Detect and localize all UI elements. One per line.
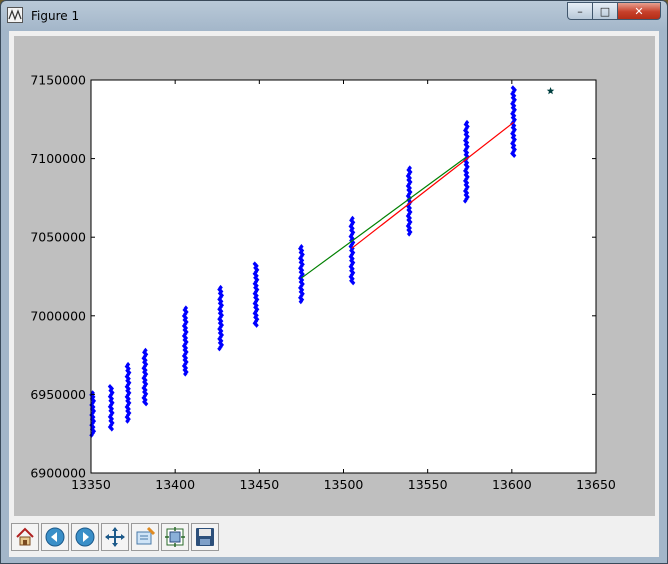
- navigation-toolbar: [9, 521, 659, 555]
- pan-arrows-icon: [105, 527, 125, 547]
- pan-button[interactable]: [101, 523, 129, 551]
- minimize-button[interactable]: –: [567, 2, 593, 20]
- save-button[interactable]: [191, 523, 219, 551]
- window-controls: – □ ✕: [567, 2, 661, 22]
- y-tick-label: 7050000: [30, 230, 86, 245]
- y-tick-label: 7000000: [30, 308, 86, 323]
- window-client-area: 13350 13400 13450 13500 13550 13600 13650 69000…: [9, 31, 659, 557]
- maximize-icon: □: [599, 4, 611, 18]
- forward-button[interactable]: [71, 523, 99, 551]
- x-tick-label: 13550: [408, 477, 448, 492]
- plot-area: [91, 80, 596, 473]
- y-tick-label: 6950000: [30, 387, 86, 402]
- x-tick-label: 13400: [155, 477, 195, 492]
- x-tick-label: 13450: [239, 477, 279, 492]
- zoom-rect-icon: [136, 526, 156, 545]
- save-disk-icon: [196, 528, 214, 546]
- figure-canvas[interactable]: 13350 13400 13450 13500 13550 13600 13650 69000…: [14, 36, 655, 516]
- window-title: Figure 1: [31, 9, 80, 23]
- y-tick-label: 7150000: [30, 73, 86, 88]
- close-icon: ✕: [634, 4, 644, 18]
- x-tick-label: 13500: [324, 477, 364, 492]
- x-tick-label: 13600: [492, 477, 532, 492]
- minimize-icon: –: [577, 4, 583, 18]
- chart: 13350 13400 13450 13500 13550 13600 1365069000…: [30, 73, 616, 493]
- back-button[interactable]: [41, 523, 69, 551]
- x-tick-label: 13650: [576, 477, 616, 492]
- forward-arrow-icon: [75, 527, 95, 547]
- figure-app-icon: [7, 7, 23, 23]
- close-button[interactable]: ✕: [617, 2, 661, 20]
- title-bar[interactable]: Figure 1 – □ ✕: [1, 1, 667, 31]
- subplots-icon: [165, 527, 185, 547]
- zoom-button[interactable]: [131, 523, 159, 551]
- y-tick-label: 7100000: [30, 151, 86, 166]
- back-arrow-icon: [45, 527, 65, 547]
- figure-window: Figure 1 – □ ✕ 13350 13400 13450 13500 13550…: [0, 0, 668, 564]
- home-button[interactable]: [11, 523, 39, 551]
- maximize-button[interactable]: □: [592, 2, 618, 20]
- home-icon: [16, 527, 34, 546]
- y-tick-label: 6900000: [30, 466, 86, 481]
- subplots-button[interactable]: [161, 523, 189, 551]
